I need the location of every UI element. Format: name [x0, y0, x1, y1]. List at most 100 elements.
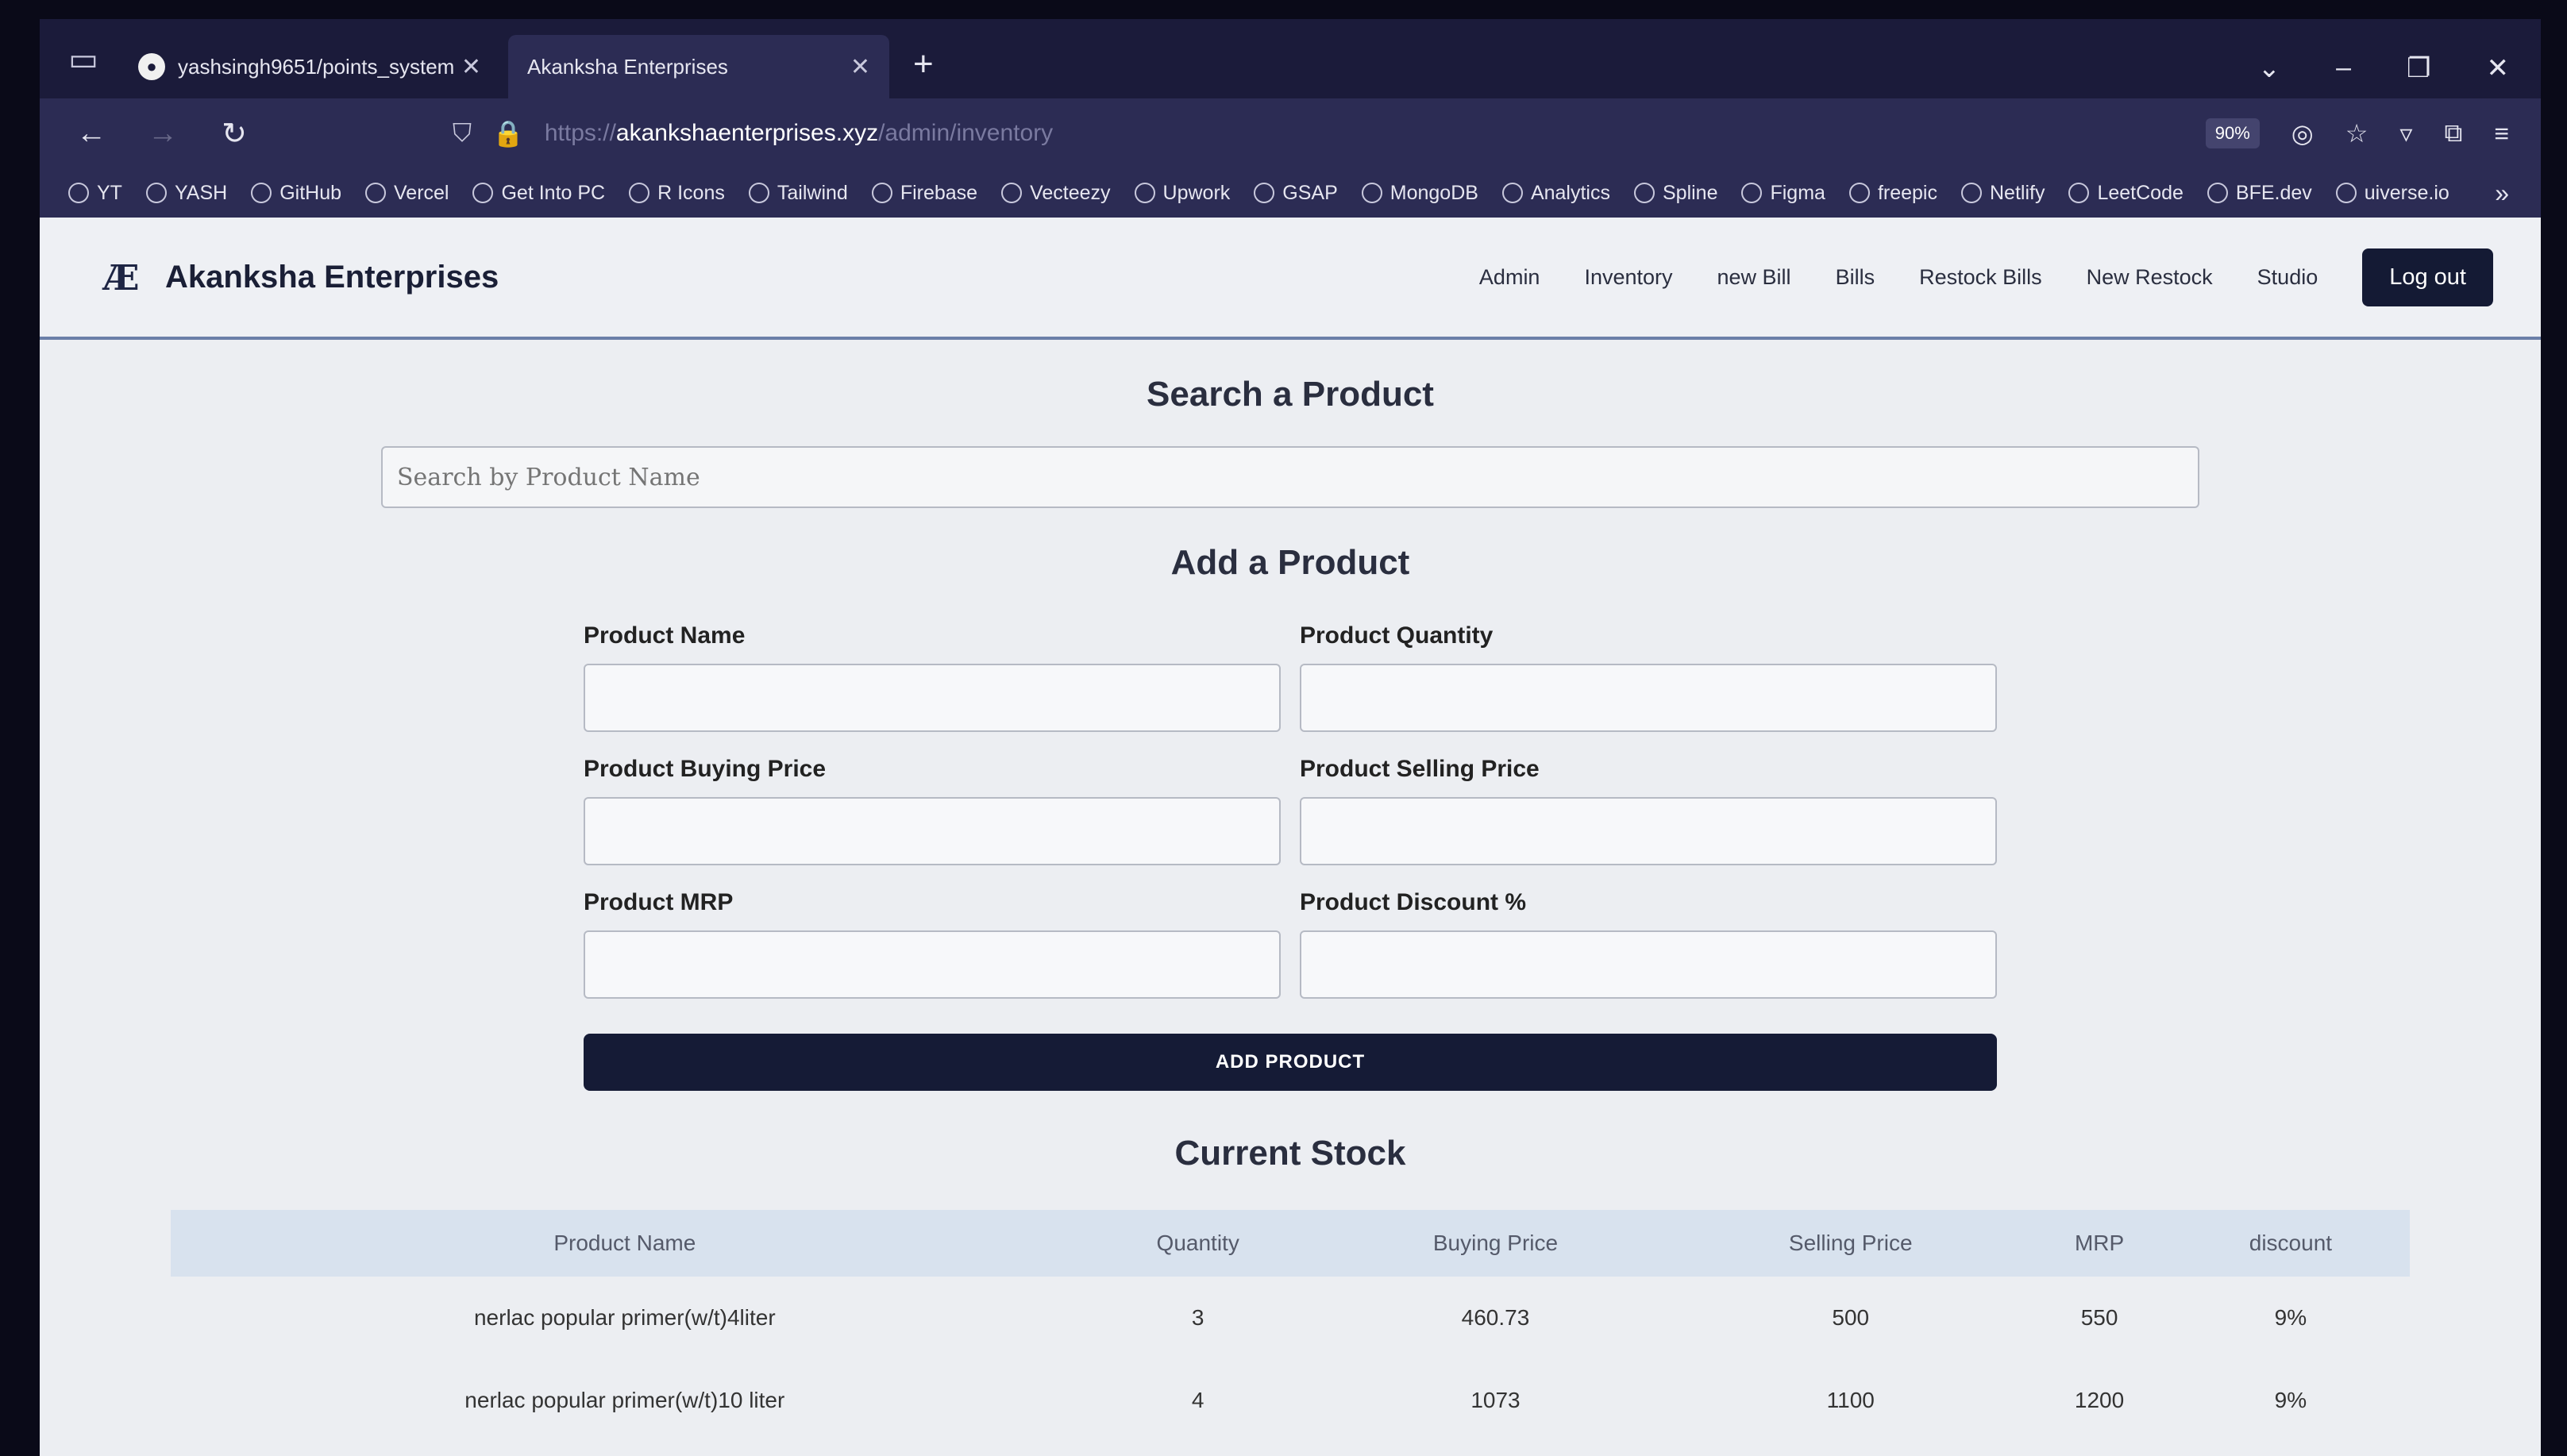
bookmark-label: YT: [97, 181, 122, 204]
menu-item-bills[interactable]: Bills: [1836, 265, 1875, 290]
bookmark-item[interactable]: Spline: [1633, 181, 1718, 205]
bookmark-item[interactable]: MongoDB: [1361, 182, 1478, 205]
field-selling-price: Product Selling Price: [1300, 756, 1997, 865]
menu-icon[interactable]: ≡: [2494, 119, 2509, 148]
url-host: akankshaenterprises.xyz: [615, 120, 879, 146]
bookmark-item[interactable]: Get Into PC: [472, 182, 605, 205]
cell-mrp: 1200: [2074, 1388, 2125, 1412]
bookmark-label: Upwork: [1162, 181, 1231, 204]
extension-icon[interactable]: ◎: [2291, 118, 2314, 148]
reload-icon[interactable]: ↻: [214, 116, 254, 152]
buying-price-input[interactable]: [584, 797, 1281, 865]
list-tabs-icon[interactable]: ⌄: [2258, 52, 2281, 84]
brand-logo[interactable]: Æ Akanksha Enterprises: [103, 258, 499, 299]
field-product-name: Product Name: [584, 622, 1281, 732]
product-quantity-label: Product Quantity: [1300, 622, 1494, 649]
field-product-quantity: Product Quantity: [1300, 622, 1997, 732]
bookmark-item[interactable]: uiverse.io: [2335, 182, 2449, 205]
bookmark-item[interactable]: GitHub: [251, 182, 341, 205]
column-header: Selling Price: [1788, 1231, 1913, 1255]
bookmark-item[interactable]: LeetCode: [2068, 182, 2183, 205]
cell-selling-price: 500: [1832, 1305, 1870, 1330]
more-bookmarks-icon[interactable]: »: [2495, 179, 2509, 208]
bookmark-globe-icon: [68, 183, 89, 203]
toolbar-right: 90% ◎ ☆ ▿ ⧉ ≡: [2205, 118, 2509, 148]
restore-icon[interactable]: ❐: [2407, 52, 2430, 84]
close-window-icon[interactable]: ✕: [2487, 52, 2510, 84]
bookmark-item[interactable]: YASH: [145, 182, 227, 205]
menu-item-new-restock[interactable]: New Restock: [2087, 265, 2213, 290]
new-tab-button[interactable]: +: [913, 44, 934, 84]
bookmark-item[interactable]: YT: [68, 182, 122, 205]
mrp-label: Product MRP: [584, 889, 734, 915]
tab-overview-icon[interactable]: ▭: [56, 32, 111, 87]
bookmark-label: Analytics: [1530, 181, 1610, 204]
bookmark-globe-icon: [748, 183, 769, 203]
zoom-badge[interactable]: 90%: [2205, 118, 2260, 148]
forward-icon[interactable]: →: [143, 117, 183, 151]
bookmark-item[interactable]: Vercel: [365, 182, 449, 205]
table-row[interactable]: nerlac popular primer(w/t)10 liter 4 107…: [171, 1359, 2410, 1442]
field-discount: Product Discount %: [1300, 889, 1997, 999]
field-buying-price: Product Buying Price: [584, 756, 1281, 865]
cell-mrp: 550: [2080, 1305, 2118, 1330]
selling-price-label: Product Selling Price: [1300, 756, 1540, 782]
tab-akanksha[interactable]: Akanksha Enterprises ✕: [508, 35, 889, 98]
product-quantity-input[interactable]: [1300, 664, 1997, 732]
search-title: Search a Product: [1147, 375, 1434, 414]
bookmark-globe-icon: [2068, 183, 2090, 203]
menu-item-inventory[interactable]: Inventory: [1584, 265, 1672, 290]
bookmark-item[interactable]: GSAP: [1254, 181, 1338, 205]
extensions-icon[interactable]: ⧉: [2444, 118, 2462, 148]
search-input[interactable]: [381, 446, 2199, 508]
bookmark-item[interactable]: Analytics: [1501, 181, 1610, 205]
bookmark-item[interactable]: Netlify: [1961, 182, 2045, 205]
selling-price-input[interactable]: [1300, 797, 1997, 865]
close-tab-icon[interactable]: ✕: [461, 53, 481, 81]
discount-input[interactable]: [1300, 930, 1997, 999]
nav-bar: ← → ↻ ⛉ 🔒 https:// akankshaenterprises.x…: [40, 98, 2541, 168]
lock-icon[interactable]: 🔒: [492, 118, 524, 148]
bookmark-globe-icon: [251, 183, 272, 203]
bookmark-item[interactable]: Figma: [1741, 182, 1825, 205]
bookmark-item[interactable]: BFE.dev: [2207, 182, 2312, 205]
minimize-icon[interactable]: –: [2336, 52, 2351, 84]
bookmark-item[interactable]: Firebase: [871, 182, 977, 205]
close-tab-icon[interactable]: ✕: [850, 53, 870, 81]
bookmark-item[interactable]: Tailwind: [748, 182, 848, 205]
url-bar[interactable]: ⛉ 🔒 https:// akankshaenterprises.xyz /ad…: [453, 110, 1904, 157]
menu-item-admin[interactable]: Admin: [1479, 265, 1540, 290]
bookmark-globe-icon: [629, 183, 650, 203]
mrp-input[interactable]: [584, 930, 1281, 999]
logout-button[interactable]: Log out: [2362, 248, 2493, 306]
cell-discount: 9%: [2274, 1388, 2307, 1412]
bookmark-star-icon[interactable]: ☆: [2345, 118, 2369, 148]
bookmark-item[interactable]: freepic: [1848, 182, 1937, 205]
bookmark-item[interactable]: Upwork: [1134, 181, 1231, 205]
bookmark-globe-icon: [1134, 183, 1155, 203]
bookmark-item[interactable]: Vecteezy: [1001, 181, 1111, 205]
cell-product-name: nerlac popular primer(w/t)4liter: [473, 1305, 776, 1330]
current-stock-title: Current Stock: [1174, 1134, 1406, 1173]
bookmark-label: Spline: [1662, 181, 1718, 204]
tab-github[interactable]: ● yashsingh9651/points_system ✕: [119, 35, 500, 98]
bookmarks-bar: YT YASH GitHub Vercel Get Into PC R Icons Tail…: [40, 168, 2541, 218]
bookmark-item[interactable]: R Icons: [629, 182, 725, 205]
menu-item-studio[interactable]: Studio: [2257, 265, 2318, 290]
tab-title: yashsingh9651/points_system: [178, 54, 455, 79]
pocket-icon[interactable]: ▿: [2399, 118, 2412, 148]
table-row[interactable]: nerlac popular primer(w/t)4liter 3 460.7…: [171, 1277, 2410, 1359]
bookmark-globe-icon: [472, 183, 494, 203]
menu-item-restock-bills[interactable]: Restock Bills: [1919, 265, 2042, 290]
bookmark-label: Figma: [1770, 181, 1825, 204]
bookmark-label: GSAP: [1282, 181, 1338, 204]
menu-item-new-bill[interactable]: new Bill: [1717, 265, 1791, 290]
bookmark-label: Vecteezy: [1030, 181, 1111, 204]
column-header: MRP: [2074, 1231, 2125, 1255]
product-name-input[interactable]: [584, 664, 1281, 732]
shield-icon[interactable]: ⛉: [453, 118, 472, 148]
back-icon[interactable]: ←: [71, 117, 111, 151]
add-product-button[interactable]: ADD PRODUCT: [584, 1034, 1997, 1091]
bookmark-label: Netlify: [1990, 181, 2045, 204]
bookmark-label: R Icons: [657, 181, 725, 204]
